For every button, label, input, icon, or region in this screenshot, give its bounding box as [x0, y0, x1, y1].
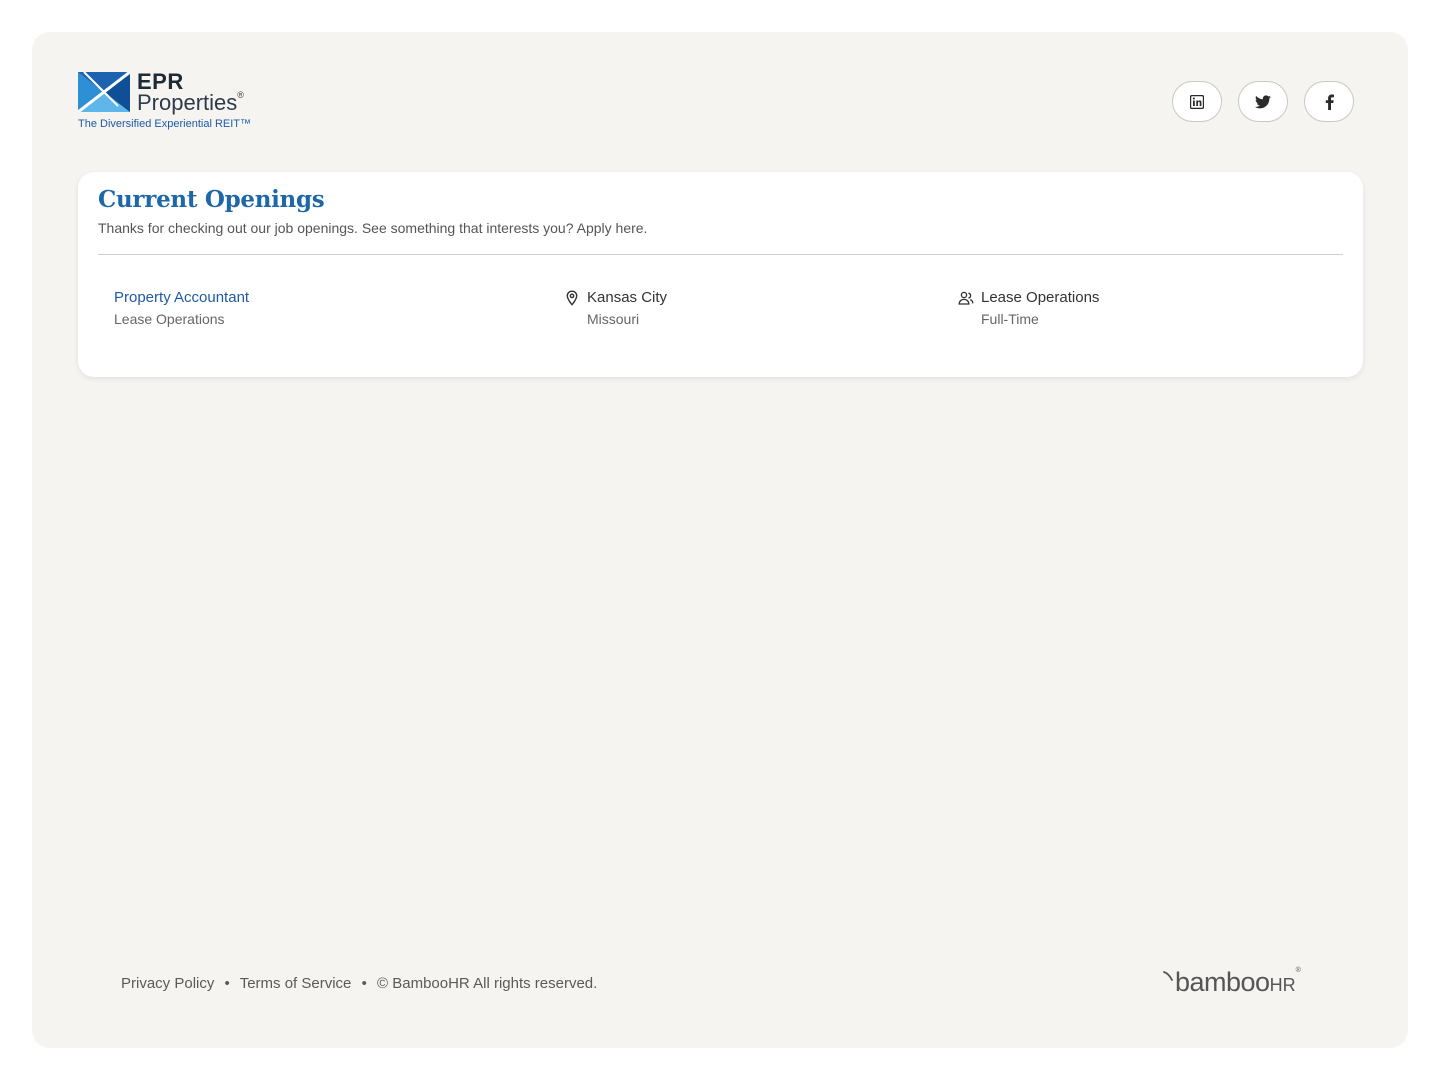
terms-of-service-link[interactable]: Terms of Service: [240, 975, 352, 992]
bamboohr-logo[interactable]: bambooHR®: [1163, 967, 1323, 1001]
openings-card: Current Openings Thanks for checking out…: [78, 172, 1363, 377]
location-pin-icon: [566, 290, 578, 306]
social-links: [1172, 81, 1354, 122]
logo-tagline: The Diversified Experiential REIT™: [78, 118, 252, 130]
linkedin-button[interactable]: [1172, 81, 1222, 122]
bamboohr-reg-mark: ®: [1295, 967, 1301, 974]
facebook-button[interactable]: [1304, 81, 1354, 122]
page-subtitle: Thanks for checking out our job openings…: [98, 220, 648, 236]
job-team: Lease Operations: [981, 289, 1100, 306]
header: EPR Properties® The Diversified Experien…: [78, 69, 1354, 136]
logo-reg-mark: ®: [237, 90, 244, 100]
footer: Privacy Policy • Terms of Service • © Ba…: [121, 975, 597, 992]
privacy-policy-link[interactable]: Privacy Policy: [121, 975, 214, 992]
footer-separator: •: [361, 975, 367, 992]
epr-logo-mark-icon: [78, 72, 130, 112]
linkedin-icon: [1190, 94, 1204, 109]
job-city: Kansas City: [587, 289, 668, 306]
job-employment-type: Full-Time: [981, 311, 1039, 327]
facebook-icon: [1325, 94, 1334, 110]
divider: [98, 254, 1343, 255]
company-logo[interactable]: EPR Properties® The Diversified Experien…: [78, 69, 278, 136]
bamboohr-wordmark: bambooHR®: [1175, 967, 1301, 998]
logo-properties-word: Properties: [137, 90, 238, 115]
people-icon: [958, 291, 974, 305]
bamboohr-word: bamboo: [1175, 967, 1270, 997]
twitter-button[interactable]: [1238, 81, 1288, 122]
job-department: Lease Operations: [114, 311, 225, 327]
footer-separator: •: [224, 975, 230, 992]
logo-properties-text: Properties®: [137, 90, 244, 116]
job-state: Missouri: [587, 311, 640, 327]
job-row[interactable]: Property Accountant Lease Operations Kan…: [114, 289, 1343, 337]
page-frame: EPR Properties® The Diversified Experien…: [32, 32, 1408, 1048]
twitter-icon: [1255, 94, 1271, 108]
bamboohr-hr: HR: [1269, 975, 1296, 995]
page-title: Current Openings: [98, 186, 325, 213]
job-title-link[interactable]: Property Accountant: [114, 289, 249, 306]
copyright-text: © BambooHR All rights reserved.: [377, 975, 598, 992]
